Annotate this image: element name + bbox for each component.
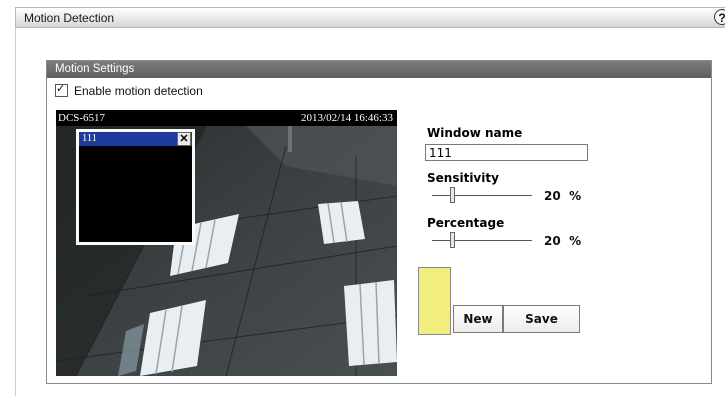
- camera-name: DCS-6517: [58, 112, 106, 124]
- percentage-slider[interactable]: [432, 231, 532, 251]
- percentage-thumb[interactable]: [450, 232, 455, 248]
- sensitivity-unit: %: [569, 189, 582, 203]
- sensitivity-thumb[interactable]: [450, 187, 455, 203]
- percentage-value: 20 %: [544, 234, 581, 248]
- new-button[interactable]: New: [453, 305, 503, 333]
- sensitivity-label: Sensitivity: [427, 171, 499, 185]
- detection-window[interactable]: 111 ✕: [76, 129, 195, 245]
- sensitivity-number: 20: [544, 189, 561, 203]
- title-bar: Motion Detection ?: [15, 7, 725, 28]
- page-title: Motion Detection: [24, 11, 115, 25]
- enable-row: ✓ Enable motion detection: [55, 83, 203, 99]
- percentage-unit: %: [569, 234, 582, 248]
- enable-motion-checkbox[interactable]: ✓: [55, 83, 68, 97]
- motion-detection-page: Motion Detection ? Motion Settings ✓ Enab…: [0, 0, 725, 396]
- help-icon[interactable]: ?: [714, 9, 725, 25]
- percentage-label: Percentage: [427, 216, 505, 230]
- save-button[interactable]: Save: [503, 305, 580, 333]
- detection-window-name: 111: [82, 133, 97, 144]
- window-name-label: Window name: [427, 126, 523, 140]
- video-timestamp: 2013/02/14 16:46:33: [301, 112, 393, 124]
- enable-motion-label[interactable]: Enable motion detection: [74, 84, 203, 98]
- sensitivity-track: [432, 195, 532, 196]
- sensitivity-value: 20 %: [544, 189, 581, 203]
- window-name-input[interactable]: [425, 144, 588, 161]
- percentage-track: [432, 240, 532, 241]
- checkmark-icon: ✓: [56, 83, 66, 95]
- sensitivity-slider[interactable]: [432, 186, 532, 206]
- video-overlay-bar: DCS-6517 2013/02/14 16:46:33: [56, 110, 397, 126]
- percentage-number: 20: [544, 234, 561, 248]
- section-title: Motion Settings: [47, 61, 711, 78]
- detection-window-header[interactable]: 111 ✕: [79, 132, 192, 146]
- close-icon[interactable]: ✕: [177, 132, 191, 146]
- window-color-swatch[interactable]: [418, 267, 451, 335]
